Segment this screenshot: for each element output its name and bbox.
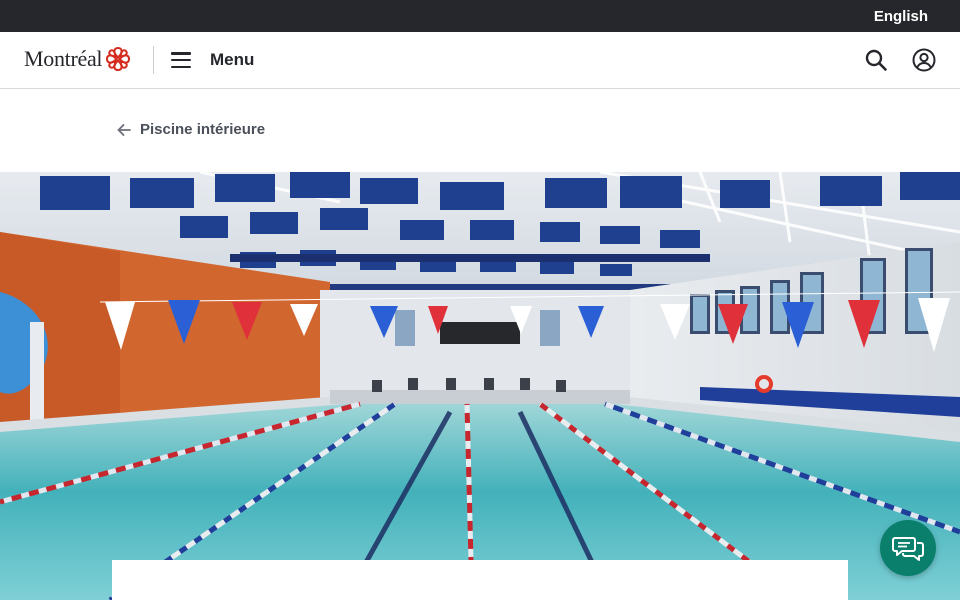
site-header: Montréal Menu bbox=[0, 32, 960, 89]
montreal-logo[interactable]: Montréal bbox=[24, 46, 131, 72]
language-switch-link[interactable]: English bbox=[874, 8, 928, 25]
pool-photo bbox=[0, 172, 960, 600]
chat-button[interactable] bbox=[880, 520, 936, 576]
logo-wordmark: Montréal bbox=[24, 46, 103, 71]
user-circle-icon bbox=[912, 48, 936, 72]
account-button[interactable] bbox=[912, 48, 936, 72]
search-icon bbox=[865, 49, 887, 71]
breadcrumb-back-link[interactable]: Piscine intérieure bbox=[116, 121, 265, 138]
search-button[interactable] bbox=[864, 48, 888, 72]
hero-image bbox=[0, 172, 960, 600]
arrow-left-icon bbox=[117, 123, 131, 136]
content-card bbox=[112, 560, 848, 600]
chat-bubbles-icon bbox=[892, 537, 924, 561]
menu-label: Menu bbox=[210, 50, 255, 69]
hamburger-icon bbox=[170, 51, 192, 69]
top-utility-bar: English bbox=[0, 0, 960, 32]
rosette-icon bbox=[106, 46, 131, 72]
breadcrumb-label: Piscine intérieure bbox=[140, 121, 266, 138]
menu-button[interactable]: Menu bbox=[170, 46, 254, 74]
header-divider bbox=[153, 46, 154, 74]
